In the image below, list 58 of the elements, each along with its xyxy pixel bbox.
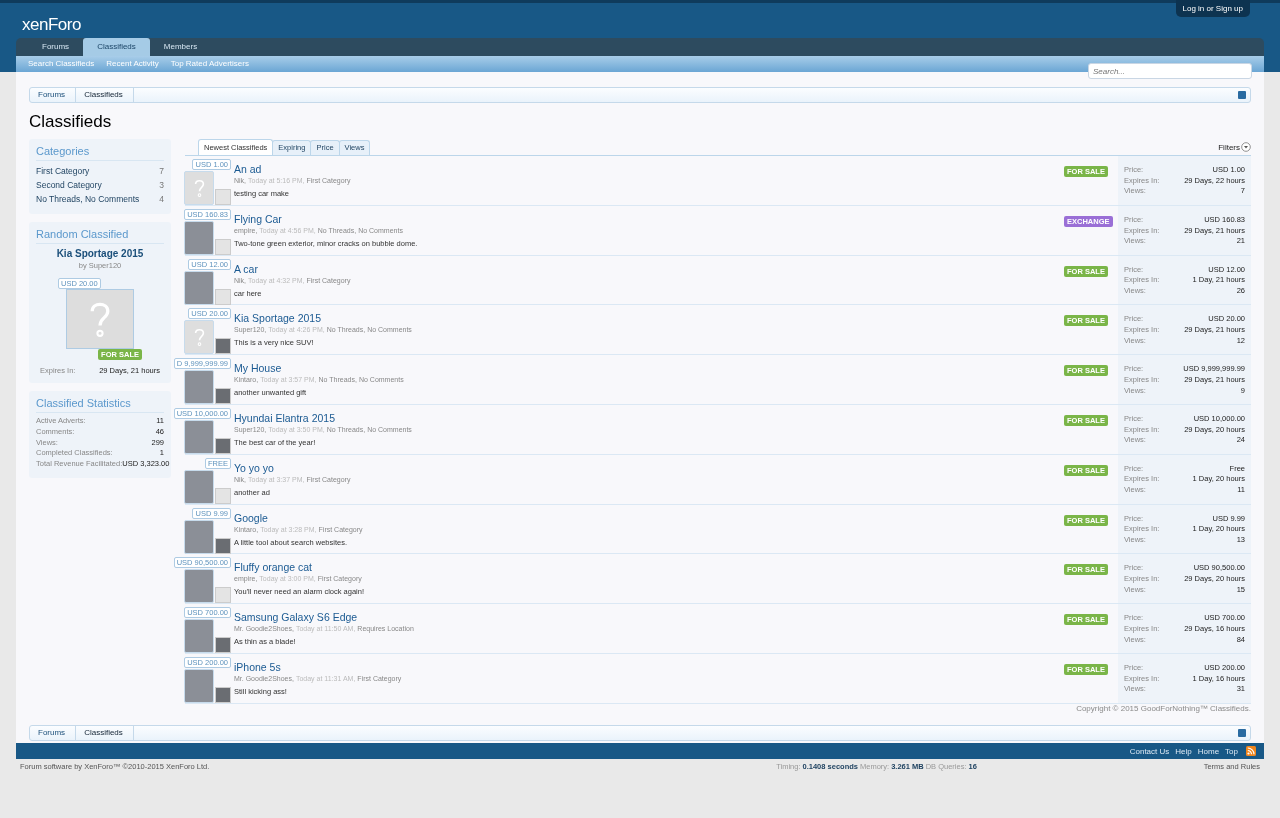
classified-title-link[interactable]: My House <box>234 362 1064 375</box>
nav-tab[interactable]: Forums <box>28 38 84 56</box>
classified-title-link[interactable]: iPhone 5s <box>234 660 1064 673</box>
category-link[interactable]: Second Category <box>36 178 102 192</box>
nav-tab[interactable]: Members <box>149 38 212 56</box>
rss-icon[interactable] <box>1246 746 1256 756</box>
copyright-text: Copyright © 2015 GoodForNothing™ Classifieds. <box>1075 703 1251 713</box>
classified-title-link[interactable]: Yo yo yo <box>234 461 1064 474</box>
photo-placeholder[interactable] <box>184 668 214 703</box>
classified-title-link[interactable]: Hyundai Elantra 2015 <box>234 412 1064 424</box>
classified-title-link[interactable]: Google <box>234 511 1064 524</box>
photo-placeholder[interactable] <box>184 469 214 504</box>
classified-title-link[interactable]: Kia Sportage 2015 <box>234 312 1064 325</box>
category-count: 4 <box>159 193 164 206</box>
category-count: 7 <box>159 165 164 178</box>
avatar-photo-placeholder[interactable] <box>215 686 231 703</box>
page-title: Classifieds <box>29 112 113 132</box>
classified-title-link[interactable]: Fluffy orange cat <box>234 561 1064 574</box>
classified-title-link[interactable]: Kia Sportage 2015 <box>36 248 164 259</box>
avatar-photo-placeholder[interactable] <box>215 438 231 454</box>
search-field[interactable]: Search... <box>1088 63 1252 79</box>
classified-title-link[interactable]: A car <box>234 262 1064 275</box>
panel-heading: Classified Statistics <box>36 397 164 413</box>
nav-tab[interactable]: Classifieds <box>83 38 150 56</box>
image-placeholder[interactable] <box>66 289 134 349</box>
classified-title-link[interactable]: Samsung Galaxy S6 Edge <box>234 611 1064 624</box>
panel-heading: Categories <box>36 145 164 161</box>
login-link[interactable]: Log in or Sign up <box>1175 0 1250 17</box>
footer-link[interactable]: Top <box>1225 746 1238 756</box>
breadcrumb-link[interactable]: Forums <box>30 725 77 740</box>
photo-placeholder[interactable] <box>184 220 214 255</box>
photo-placeholder[interactable] <box>184 519 214 554</box>
breadcrumb-link[interactable]: Classifieds <box>76 725 134 740</box>
footer-link[interactable]: Help <box>1175 746 1192 756</box>
avatar-photo-placeholder[interactable] <box>215 637 231 654</box>
footer-link[interactable]: Home <box>1197 746 1220 756</box>
photo-placeholder[interactable] <box>184 569 214 604</box>
question-mark-icon <box>192 327 206 348</box>
avatar-photo-placeholder[interactable] <box>215 388 231 405</box>
photo-placeholder[interactable] <box>184 270 214 305</box>
dropdown-icon[interactable] <box>1241 142 1251 152</box>
photo-placeholder[interactable] <box>184 420 214 454</box>
breadcrumb-link[interactable]: Forums <box>30 88 77 102</box>
classified-title-link[interactable]: An ad <box>234 163 1064 175</box>
breadcrumb-link[interactable]: Classifieds <box>76 88 134 102</box>
classified-title-link[interactable]: Flying Car <box>234 212 1064 225</box>
panel-heading: Random Classified <box>36 228 164 244</box>
category-link[interactable]: First Category <box>36 164 90 178</box>
photo-placeholder[interactable] <box>184 619 214 654</box>
site-logo[interactable]: xenForo <box>22 15 81 34</box>
filters-link[interactable]: Filters <box>1218 142 1240 152</box>
avatar-photo-placeholder[interactable] <box>215 338 231 355</box>
question-mark-icon <box>192 178 206 198</box>
avatar-photo-placeholder[interactable] <box>215 537 231 554</box>
category-link[interactable]: No Threads, No Comments <box>36 192 140 206</box>
footer-link[interactable]: Contact Us <box>1129 746 1170 756</box>
category-count: 3 <box>159 179 164 192</box>
photo-placeholder[interactable] <box>184 370 214 405</box>
